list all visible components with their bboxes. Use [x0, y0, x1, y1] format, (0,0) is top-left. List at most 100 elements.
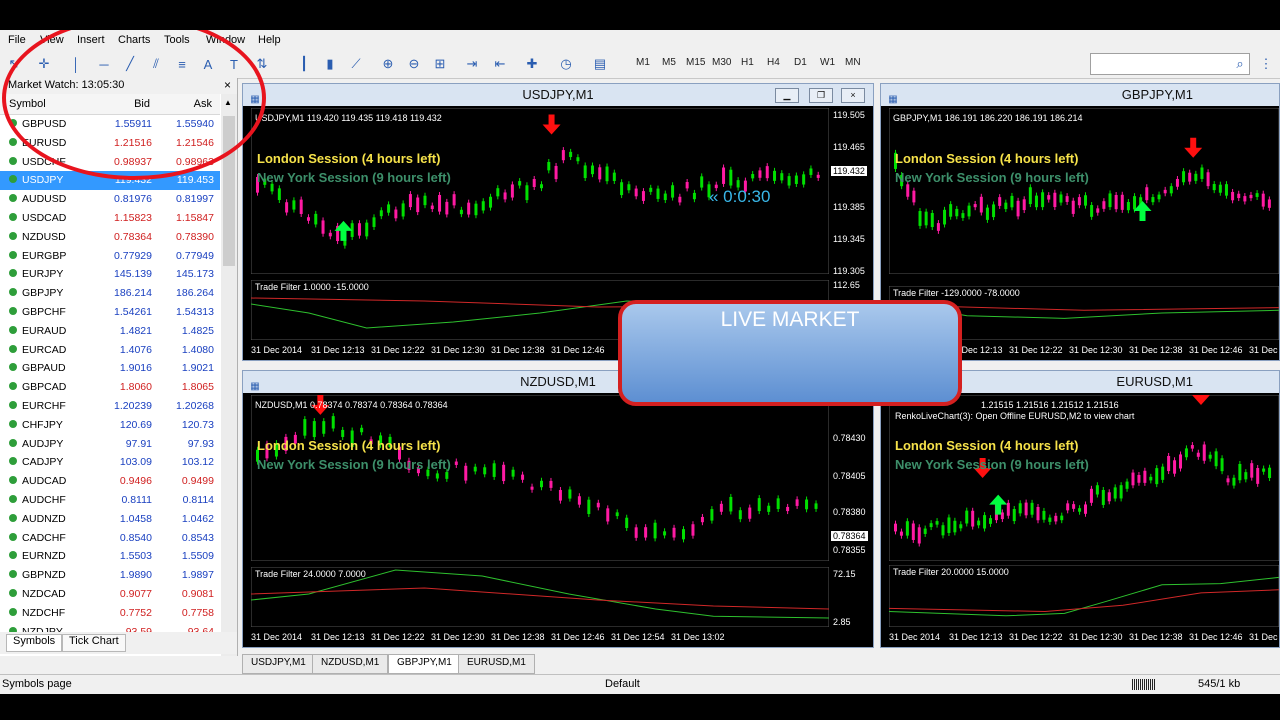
candle: [408, 194, 412, 208]
current-price-label: 119.432: [831, 166, 867, 176]
candle: [1149, 476, 1153, 481]
market-row[interactable]: AUDUSD 0.81976 0.81997: [0, 190, 220, 209]
tab-eurusd[interactable]: EURUSD,M1: [458, 654, 535, 674]
candle: [1167, 455, 1171, 472]
candle: [452, 194, 456, 206]
tab-gbpjpy[interactable]: GBPJPY,M1: [388, 654, 461, 674]
close-icon[interactable]: ×: [841, 88, 865, 103]
market-row[interactable]: GBPAUD 1.9016 1.9021: [0, 359, 220, 378]
market-row[interactable]: CADJPY 103.09 103.12: [0, 453, 220, 472]
indicators-icon[interactable]: ✚: [522, 54, 542, 74]
time-label: 31 Dec 12:22: [371, 632, 425, 642]
market-row[interactable]: NZDCHF 0.7752 0.7758: [0, 604, 220, 623]
market-row[interactable]: EURCAD 1.4076 1.4080: [0, 341, 220, 360]
candle: [423, 195, 427, 206]
restore-icon[interactable]: ❐: [809, 88, 833, 103]
menu-help[interactable]: Help: [258, 34, 281, 46]
time-label: 31 Dec 12:46: [1189, 345, 1243, 355]
market-row[interactable]: NZDUSD 0.78364 0.78390: [0, 228, 220, 247]
market-row[interactable]: EURAUD 1.4821 1.4825: [0, 322, 220, 341]
market-row[interactable]: CHFJPY 120.69 120.73: [0, 416, 220, 435]
tab-nzdusd[interactable]: NZDUSD,M1: [312, 654, 389, 674]
chart-window-eurusd[interactable]: ▦ EURUSD,M1 1.21515 1.21516 1.21512 1.21…: [880, 370, 1280, 648]
candle: [1238, 463, 1242, 481]
chart-shift-icon[interactable]: ⇤: [490, 54, 510, 74]
market-row[interactable]: GBPJPY 186.214 186.264: [0, 284, 220, 303]
market-row[interactable]: EURJPY 145.139 145.173: [0, 265, 220, 284]
tab-tick-chart[interactable]: Tick Chart: [62, 634, 126, 652]
market-row[interactable]: AUDJPY 97.91 97.93: [0, 435, 220, 454]
timeframe-m30[interactable]: M30: [712, 57, 731, 68]
candle: [1004, 202, 1008, 210]
market-row[interactable]: CADCHF 0.8540 0.8543: [0, 529, 220, 548]
symbol-name: GBPNZD: [22, 569, 66, 582]
timeframe-h1[interactable]: H1: [741, 57, 754, 68]
periods-icon[interactable]: ◷: [556, 54, 576, 74]
mt4-window: File View Insert Charts Tools Window Hel…: [0, 30, 1280, 694]
market-row[interactable]: AUDCHF 0.8111 0.8114: [0, 491, 220, 510]
price-plot[interactable]: [889, 108, 1279, 274]
symbol-name: EURGBP: [22, 249, 67, 262]
bar-chart-icon[interactable]: ┃: [294, 54, 314, 74]
candle: [967, 205, 971, 217]
ask-value: 0.9499: [181, 475, 214, 488]
time-label: 31 Dec 2014: [251, 632, 303, 642]
auto-scroll-icon[interactable]: ⇥: [462, 54, 482, 74]
market-row[interactable]: EURGBP 0.77929 0.77949: [0, 247, 220, 266]
candle: [1155, 468, 1159, 485]
chart-title-bar[interactable]: ▦ USDJPY,M1 ▁ ❐ ×: [243, 84, 873, 106]
tile-windows-icon[interactable]: ⊞: [430, 54, 450, 74]
candle: [303, 419, 307, 436]
ask-value: 1.0462: [181, 512, 214, 525]
candle: [561, 150, 565, 161]
minimize-icon[interactable]: ▁: [775, 88, 799, 103]
market-row[interactable]: USDCAD 1.15823 1.15847: [0, 209, 220, 228]
menu-file[interactable]: File: [8, 34, 26, 46]
timeframe-m15[interactable]: M15: [686, 57, 705, 68]
price-plot[interactable]: [251, 395, 829, 561]
timeframe-m1[interactable]: M1: [636, 57, 650, 68]
zoom-out-icon[interactable]: ⊖: [404, 54, 424, 74]
symbol-status-icon: [9, 438, 17, 447]
symbol-name: CHFJPY: [22, 418, 63, 431]
candle: [285, 202, 289, 213]
chart-window-nzdusd[interactable]: ▦ NZDUSD,M1 NZDUSD,M1 0.78374 0.78374 0.…: [242, 370, 874, 648]
search-input[interactable]: [1090, 53, 1250, 75]
candle: [483, 467, 487, 475]
time-label: 31 Dec 12:54: [611, 632, 665, 642]
timeframe-w1[interactable]: W1: [820, 57, 835, 68]
candle: [1145, 187, 1149, 201]
tab-symbols[interactable]: Symbols: [6, 634, 63, 652]
market-row[interactable]: GBPNZD 1.9890 1.9897: [0, 566, 220, 585]
market-row[interactable]: NZDCAD 0.9077 0.9081: [0, 585, 220, 604]
search-icon[interactable]: ⌕: [1230, 54, 1250, 74]
market-row[interactable]: AUDNZD 1.0458 1.0462: [0, 510, 220, 529]
timeframe-m5[interactable]: M5: [662, 57, 676, 68]
tab-usdjpy[interactable]: USDJPY,M1: [242, 654, 315, 674]
market-row[interactable]: EURCHF 1.20239 1.20268: [0, 397, 220, 416]
candle: [1232, 477, 1236, 486]
line-chart-icon[interactable]: ⟋: [346, 54, 366, 74]
timeframe-h4[interactable]: H4: [767, 57, 780, 68]
candle: [328, 232, 332, 237]
candle: [1237, 193, 1241, 199]
candle: [525, 185, 529, 201]
market-row[interactable]: EURNZD 1.5503 1.5509: [0, 547, 220, 566]
candle: [530, 486, 534, 490]
bid-value: 186.214: [114, 287, 152, 300]
candle: [685, 182, 689, 189]
market-row[interactable]: GBPCAD 1.8060 1.8065: [0, 378, 220, 397]
market-row[interactable]: GBPCHF 1.54261 1.54313: [0, 303, 220, 322]
candle: [729, 496, 733, 512]
symbol-status-icon: [9, 457, 17, 466]
templates-icon[interactable]: ▤: [590, 54, 610, 74]
symbol-status-icon: [9, 476, 17, 485]
candle: [1244, 472, 1248, 480]
market-row[interactable]: AUDCAD 0.9496 0.9499: [0, 472, 220, 491]
candlestick-icon[interactable]: ▮: [320, 54, 340, 74]
chart-title-bar[interactable]: ▦ GBPJPY,M1: [881, 84, 1279, 106]
timeframe-d1[interactable]: D1: [794, 57, 807, 68]
zoom-in-icon[interactable]: ⊕: [378, 54, 398, 74]
timeframe-mn[interactable]: MN: [845, 57, 861, 68]
market-watch-scrollbar[interactable]: ▲ ▼: [221, 94, 237, 656]
